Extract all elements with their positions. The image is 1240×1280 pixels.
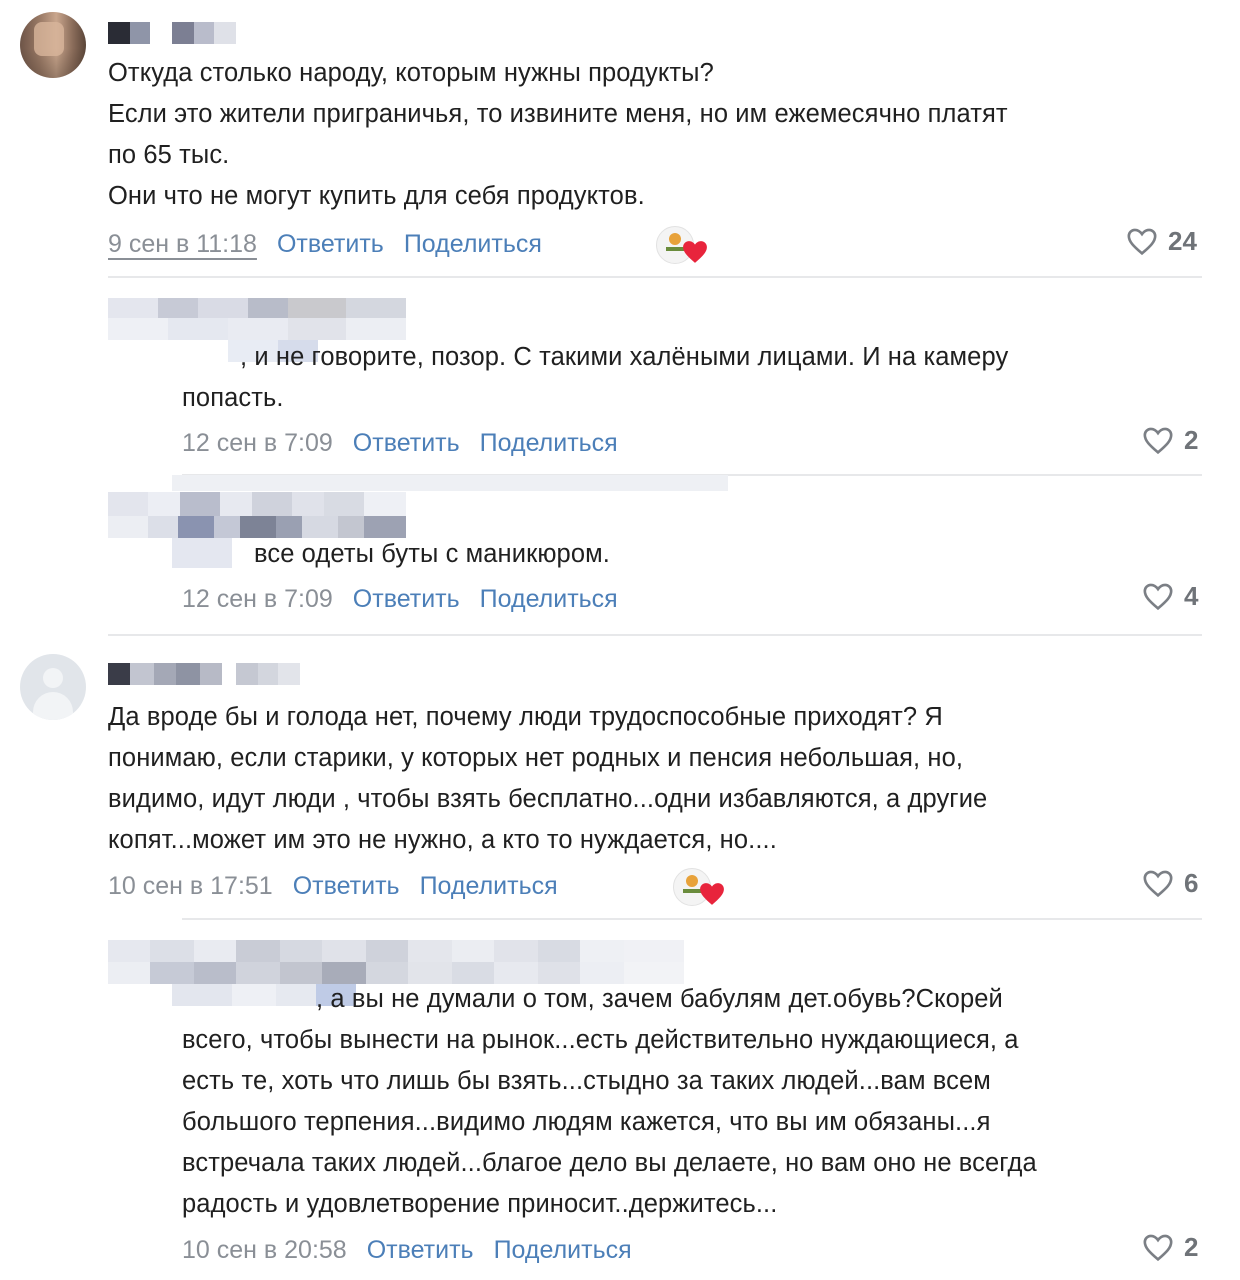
heart-outline-icon	[1142, 1233, 1174, 1262]
avatar-placeholder-icon[interactable]	[20, 654, 86, 720]
share-button[interactable]: Поделиться	[480, 584, 618, 614]
like-count: 2	[1184, 1232, 1199, 1262]
divider	[108, 634, 1202, 636]
reply-button[interactable]: Ответить	[277, 229, 384, 259]
like-button[interactable]: 24	[1126, 226, 1197, 257]
reaction-sticker-icon[interactable]	[673, 868, 733, 908]
comment-date[interactable]: 12 сен в 7:09	[182, 428, 333, 458]
like-count: 6	[1184, 868, 1199, 898]
comment-text: Откуда столько народу, которым нужны про…	[108, 59, 1008, 210]
divider	[182, 918, 1202, 920]
divider	[108, 276, 1202, 278]
like-button[interactable]: 6	[1142, 868, 1198, 899]
author-name-redacted[interactable]	[108, 663, 300, 685]
like-count: 2	[1184, 425, 1199, 455]
heart-outline-icon	[1142, 582, 1174, 611]
share-button[interactable]: Поделиться	[420, 871, 558, 901]
share-button[interactable]: Поделиться	[480, 428, 618, 458]
like-count: 24	[1168, 226, 1197, 256]
reply-button[interactable]: Ответить	[353, 584, 460, 614]
share-button[interactable]: Поделиться	[494, 1235, 632, 1265]
reply-text: , и не говорите, позор. С такими халёным…	[182, 343, 1009, 412]
comment-date[interactable]: 12 сен в 7:09	[182, 584, 333, 614]
reply-button[interactable]: Ответить	[353, 428, 460, 458]
reply-button[interactable]: Ответить	[293, 871, 400, 901]
heart-outline-icon	[1142, 426, 1174, 455]
comment-meta: 12 сен в 7:09 Ответить Поделиться	[182, 428, 638, 458]
comment-meta: 10 сен в 17:51 Ответить Поделиться	[108, 871, 578, 901]
comment-meta: 9 сен в 11:18 Ответить Поделиться	[108, 229, 562, 259]
author-name-redacted[interactable]	[108, 22, 236, 44]
reply-text: всего, чтобы вынести на рынок...есть дей…	[182, 1026, 1037, 1218]
comment-meta: 12 сен в 7:09 Ответить Поделиться	[182, 584, 638, 614]
comment-text: Да вроде бы и голода нет, почему люди тр…	[108, 703, 988, 854]
like-count: 4	[1184, 581, 1199, 611]
comment-meta: 10 сен в 20:58 Ответить Поделиться	[182, 1235, 652, 1265]
avatar[interactable]	[20, 12, 86, 78]
comment-date[interactable]: 9 сен в 11:18	[108, 229, 257, 259]
heart-outline-icon	[1126, 227, 1158, 256]
comment-date[interactable]: 10 сен в 17:51	[108, 871, 273, 901]
like-button[interactable]: 2	[1142, 425, 1198, 456]
share-button[interactable]: Поделиться	[404, 229, 542, 259]
reply-text: все одеты буты с маникюром.	[254, 540, 610, 568]
heart-outline-icon	[1142, 869, 1174, 898]
comments-thread: Откуда столько народу, которым нужны про…	[0, 0, 1240, 1280]
reply-button[interactable]: Ответить	[367, 1235, 474, 1265]
like-button[interactable]: 2	[1142, 1232, 1198, 1263]
like-button[interactable]: 4	[1142, 581, 1198, 612]
reaction-sticker-icon[interactable]	[656, 226, 716, 266]
reply-author-redacted[interactable]	[108, 475, 728, 491]
reply-text-first-line: , а вы не думали о том, зачем бабулям де…	[316, 985, 1003, 1013]
comment-date[interactable]: 10 сен в 20:58	[182, 1235, 347, 1265]
